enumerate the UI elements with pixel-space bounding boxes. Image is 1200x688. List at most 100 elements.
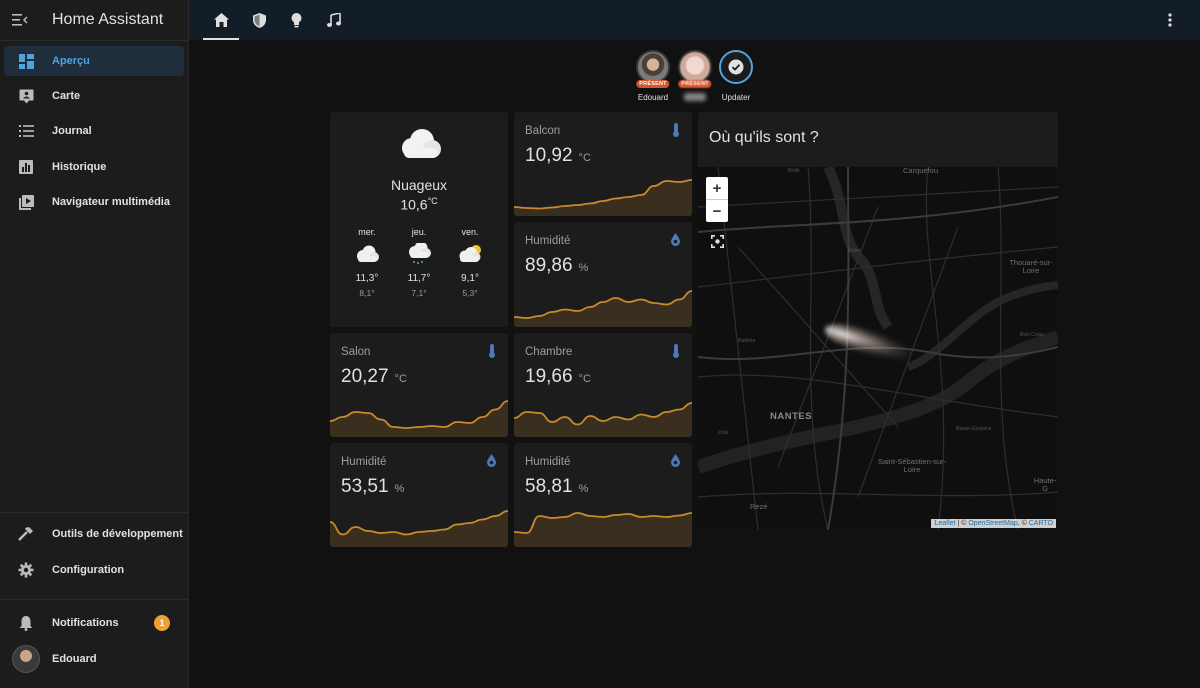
sensor-value: 20,27 °C [341, 366, 407, 388]
forecast-high: 9,1° [461, 273, 479, 284]
fit-map-button[interactable] [707, 231, 727, 251]
badges-row: PRÉSENT Edouard PRÉSENT Updater [0, 50, 1200, 106]
sensor-value-number: 89,86 [525, 255, 573, 276]
map-card-title: Où qu'ils sont ? [709, 129, 819, 146]
sensor-card-salon[interactable]: Salon 20,27 °C [330, 333, 508, 437]
tab-media[interactable] [316, 0, 352, 40]
map-place-label: Erdre [848, 248, 861, 254]
sidebar-item-outils-de-developpement[interactable]: Outils de développement [4, 519, 184, 549]
carto-link[interactable]: CARTO [1029, 520, 1053, 527]
tab-lights[interactable] [278, 0, 314, 40]
sidebar-item-notifications[interactable]: Notifications 1 [4, 608, 184, 638]
sensor-card-humidite-balcon[interactable]: Humidité 89,86% [514, 222, 692, 327]
dots-vertical-icon [1168, 13, 1172, 27]
sensor-history-graph [514, 512, 692, 547]
sensor-value: 19,66 °C [525, 366, 591, 388]
thermometer-icon [488, 344, 496, 363]
map-zoom-control: + − [706, 177, 728, 222]
top-bar [189, 0, 1200, 40]
sensor-graph-area [514, 291, 692, 327]
sidebar-user-name: Edouard [52, 653, 97, 665]
map-place-label: Haute-G [1033, 476, 1057, 493]
map-card: Où qu'ils sont ? Carquefou Thouaré-sur-L… [698, 112, 1058, 530]
weather-card[interactable]: Nuageux 10,6°C mer. 11,3° 8,1° jeu. 11,7… [330, 112, 508, 327]
sidebar-item-navigateur-multimedia[interactable]: Navigateur multimédia [4, 187, 184, 217]
sensor-name: Balcon [525, 125, 561, 137]
sensor-unit: % [578, 262, 589, 274]
zoom-in-button[interactable]: + [706, 177, 728, 200]
shield-icon [252, 12, 266, 28]
forecast-day: mer. 11,3° 8,1° [347, 227, 387, 298]
tab-home[interactable] [203, 0, 239, 40]
forecast-day: ven. 9,1° 5,3° [450, 227, 490, 298]
focus-icon [710, 234, 724, 248]
presence-tag: PRÉSENT [678, 80, 712, 88]
sensor-history-graph [514, 402, 692, 437]
sensor-unit: °C [578, 152, 591, 164]
sensor-value: 89,86% [525, 255, 588, 277]
sensor-card-balcon[interactable]: Balcon 10,92 °C [514, 112, 692, 216]
sensor-value-number: 20,27 [341, 366, 389, 387]
thermometer-icon [672, 123, 680, 142]
sidebar-divider [0, 599, 188, 600]
sidebar-item-label: Historique [52, 161, 107, 173]
map-place-label: Zola [718, 430, 728, 436]
forecast-low: 8,1° [359, 288, 375, 298]
weather-temp-unit: °C [427, 196, 438, 206]
zoom-out-button[interactable]: − [706, 200, 728, 222]
map-place-label: NANTES [770, 411, 813, 422]
badge-name: Updater [721, 93, 751, 102]
updater-badge[interactable]: Updater [711, 50, 761, 102]
weather-temp-value: 10,6 [400, 196, 428, 213]
sidebar-item-label: Notifications [52, 617, 119, 629]
sensor-value-number: 10,92 [525, 145, 573, 166]
badge-name-blurred [684, 93, 706, 101]
menu-toggle-button[interactable] [0, 0, 40, 40]
forecast-high: 11,3° [355, 273, 379, 284]
sensor-graph-area [330, 511, 508, 547]
map-place-label: Bois Colas [1020, 332, 1044, 338]
sidebar-item-historique[interactable]: Historique [4, 152, 184, 182]
osm-link[interactable]: OpenStreetMap [968, 520, 1017, 527]
forecast-day: jeu. 11,7° 7,1° [399, 227, 439, 298]
sensor-card-humidite-salon[interactable]: Humidité 53,51% [330, 443, 508, 547]
sidebar-item-label: Configuration [52, 564, 125, 576]
map-place-label: Brûlé [788, 168, 800, 174]
play-box-icon [10, 194, 42, 210]
sidebar-item-user[interactable]: Edouard [4, 644, 184, 674]
sensor-value-number: 53,51 [341, 476, 389, 497]
sidebar-item-configuration[interactable]: Configuration [4, 555, 184, 585]
user-avatar [12, 645, 40, 673]
sidebar-item-label: Journal [52, 125, 92, 137]
forecast-low: 7,1° [411, 288, 427, 298]
more-options-button[interactable] [1160, 10, 1180, 30]
app-title: Home Assistant [52, 11, 164, 28]
check-circle-icon [728, 59, 744, 75]
sensor-value-number: 19,66 [525, 366, 573, 387]
presence-tag: PRÉSENT [636, 80, 670, 88]
sensor-name: Salon [341, 346, 371, 358]
water-drop-icon [671, 454, 680, 472]
tab-security[interactable] [241, 0, 277, 40]
gear-icon [10, 562, 42, 578]
map-view[interactable]: Carquefou Thouaré-sur-Loire Barbine NANT… [698, 167, 1058, 530]
water-drop-icon [487, 454, 496, 472]
sensor-card-chambre[interactable]: Chambre 19,66 °C [514, 333, 692, 437]
hammer-icon [10, 526, 42, 542]
sensor-graph-area [514, 403, 692, 437]
water-drop-icon [671, 233, 680, 251]
sidebar-header: Home Assistant [0, 0, 188, 41]
sidebar-item-journal[interactable]: Journal [4, 116, 184, 146]
leaflet-link[interactable]: Leaflet [934, 520, 955, 527]
weather-temperature: 10,6°C [330, 196, 508, 213]
map-place-label: Thouaré-sur-Loire [1009, 258, 1053, 275]
forecast-day-label: jeu. [411, 227, 427, 237]
sidebar-item-label: Navigateur multimédia [52, 196, 170, 208]
sensor-card-humidite-chambre[interactable]: Humidité 58,81% [514, 443, 692, 547]
sensor-value: 53,51% [341, 476, 404, 498]
sidebar-divider [0, 512, 188, 513]
sensor-value-number: 58,81 [525, 476, 573, 497]
home-icon [213, 13, 229, 27]
person-avatar: PRÉSENT [678, 50, 712, 88]
forecast-high: 11,7° [407, 273, 431, 284]
